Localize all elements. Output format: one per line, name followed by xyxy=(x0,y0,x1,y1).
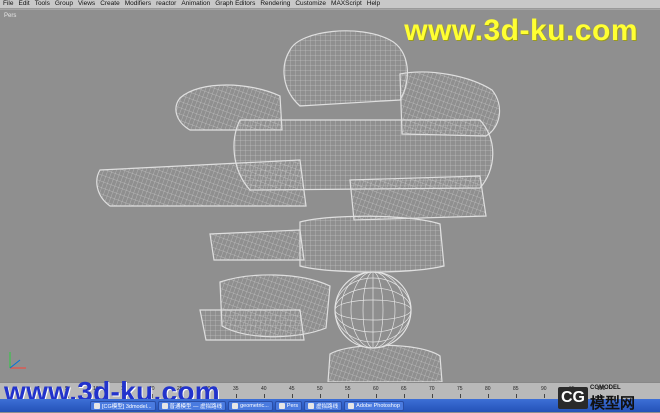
taskbar-label: Pers xyxy=(286,402,299,409)
taskbar-label: 普通模型 — 虚拟路线 xyxy=(169,403,223,410)
menu-file[interactable]: File xyxy=(3,0,13,8)
axis-gizmo-icon xyxy=(9,352,26,369)
cg-sub-text: CGMODEL xyxy=(590,385,621,391)
app-icon xyxy=(232,402,239,409)
taskbar-button[interactable]: 虚拟路线 xyxy=(304,400,343,411)
timeline-tick-label: 60 xyxy=(373,386,379,392)
timeline-tick xyxy=(320,394,321,398)
taskbar-button[interactable]: [CG模型] 3dmodel... xyxy=(90,400,156,411)
photoshop-icon xyxy=(348,402,355,409)
menu-animation[interactable]: Animation xyxy=(181,0,210,8)
timeline-tick xyxy=(348,394,349,398)
timeline-tick xyxy=(488,394,489,398)
timeline-tick-label: 90 xyxy=(541,386,547,392)
timeline-tick-label: 65 xyxy=(401,386,407,392)
taskbar-button[interactable]: 普通模型 — 虚拟路线 xyxy=(157,400,227,411)
timeline-tick xyxy=(404,394,405,398)
menu-reactor[interactable]: reactor xyxy=(156,0,176,8)
menu-help[interactable]: Help xyxy=(367,0,380,8)
app-icon xyxy=(161,402,168,409)
menu-bar: File Edit Tools Group Views Create Modif… xyxy=(0,0,660,9)
cg-mark: CG xyxy=(558,387,588,409)
taskbar-label: geometric... xyxy=(240,402,269,409)
timeline-tick-label: 70 xyxy=(429,386,435,392)
robot-wireframe-model xyxy=(96,30,501,382)
timeline-tick-label: 75 xyxy=(457,386,463,392)
timeline-tick-label: 50 xyxy=(317,386,323,392)
taskbar-button[interactable]: Pers xyxy=(274,400,303,411)
menu-maxscript[interactable]: MAXScript xyxy=(331,0,362,8)
cgmodel-logo: CG CGMODEL 模型网 xyxy=(558,381,658,412)
timeline-tick xyxy=(516,394,517,398)
sphere-mesh xyxy=(334,271,412,349)
menu-create[interactable]: Create xyxy=(100,0,120,8)
timeline-tick xyxy=(292,394,293,398)
cg-main-text: 模型网 xyxy=(590,395,636,412)
taskbar-button[interactable]: Adobe Photoshop xyxy=(344,400,404,411)
menu-edit[interactable]: Edit xyxy=(18,0,29,8)
menu-group[interactable]: Group xyxy=(55,0,73,8)
app-icon xyxy=(278,402,285,409)
taskbar-label: [CG模型] 3dmodel... xyxy=(102,403,152,410)
timeline-tick xyxy=(544,394,545,398)
app-icon xyxy=(308,402,315,409)
taskbar-label: Adobe Photoshop xyxy=(356,402,400,409)
timeline-tick xyxy=(236,394,237,398)
timeline-tick xyxy=(432,394,433,398)
timeline-tick-label: 40 xyxy=(261,386,267,392)
perspective-viewport[interactable]: Pers www.3d-ku.com xyxy=(0,9,660,383)
timeline-tick-label: 45 xyxy=(289,386,295,392)
app-icon xyxy=(94,402,100,409)
taskbar-label: 虚拟路线 xyxy=(316,403,339,410)
timeline-tick xyxy=(376,394,377,398)
timeline-tick xyxy=(460,394,461,398)
timeline-tick xyxy=(264,394,265,398)
menu-customize[interactable]: Customize xyxy=(295,0,326,8)
timeline-tick-label: 55 xyxy=(345,386,351,392)
timeline-tick-label: 80 xyxy=(485,386,491,392)
menu-graph-editors[interactable]: Graph Editors xyxy=(215,0,255,8)
watermark-top: www.3d-ku.com xyxy=(404,14,638,47)
timeline-tick-label: 35 xyxy=(233,386,239,392)
timeline-tick-label: 85 xyxy=(513,386,519,392)
menu-tools[interactable]: Tools xyxy=(35,0,50,8)
menu-modifiers[interactable]: Modifiers xyxy=(125,0,151,8)
menu-rendering[interactable]: Rendering xyxy=(260,0,290,8)
menu-views[interactable]: Views xyxy=(78,0,95,8)
taskbar-button[interactable]: geometric... xyxy=(228,400,273,411)
